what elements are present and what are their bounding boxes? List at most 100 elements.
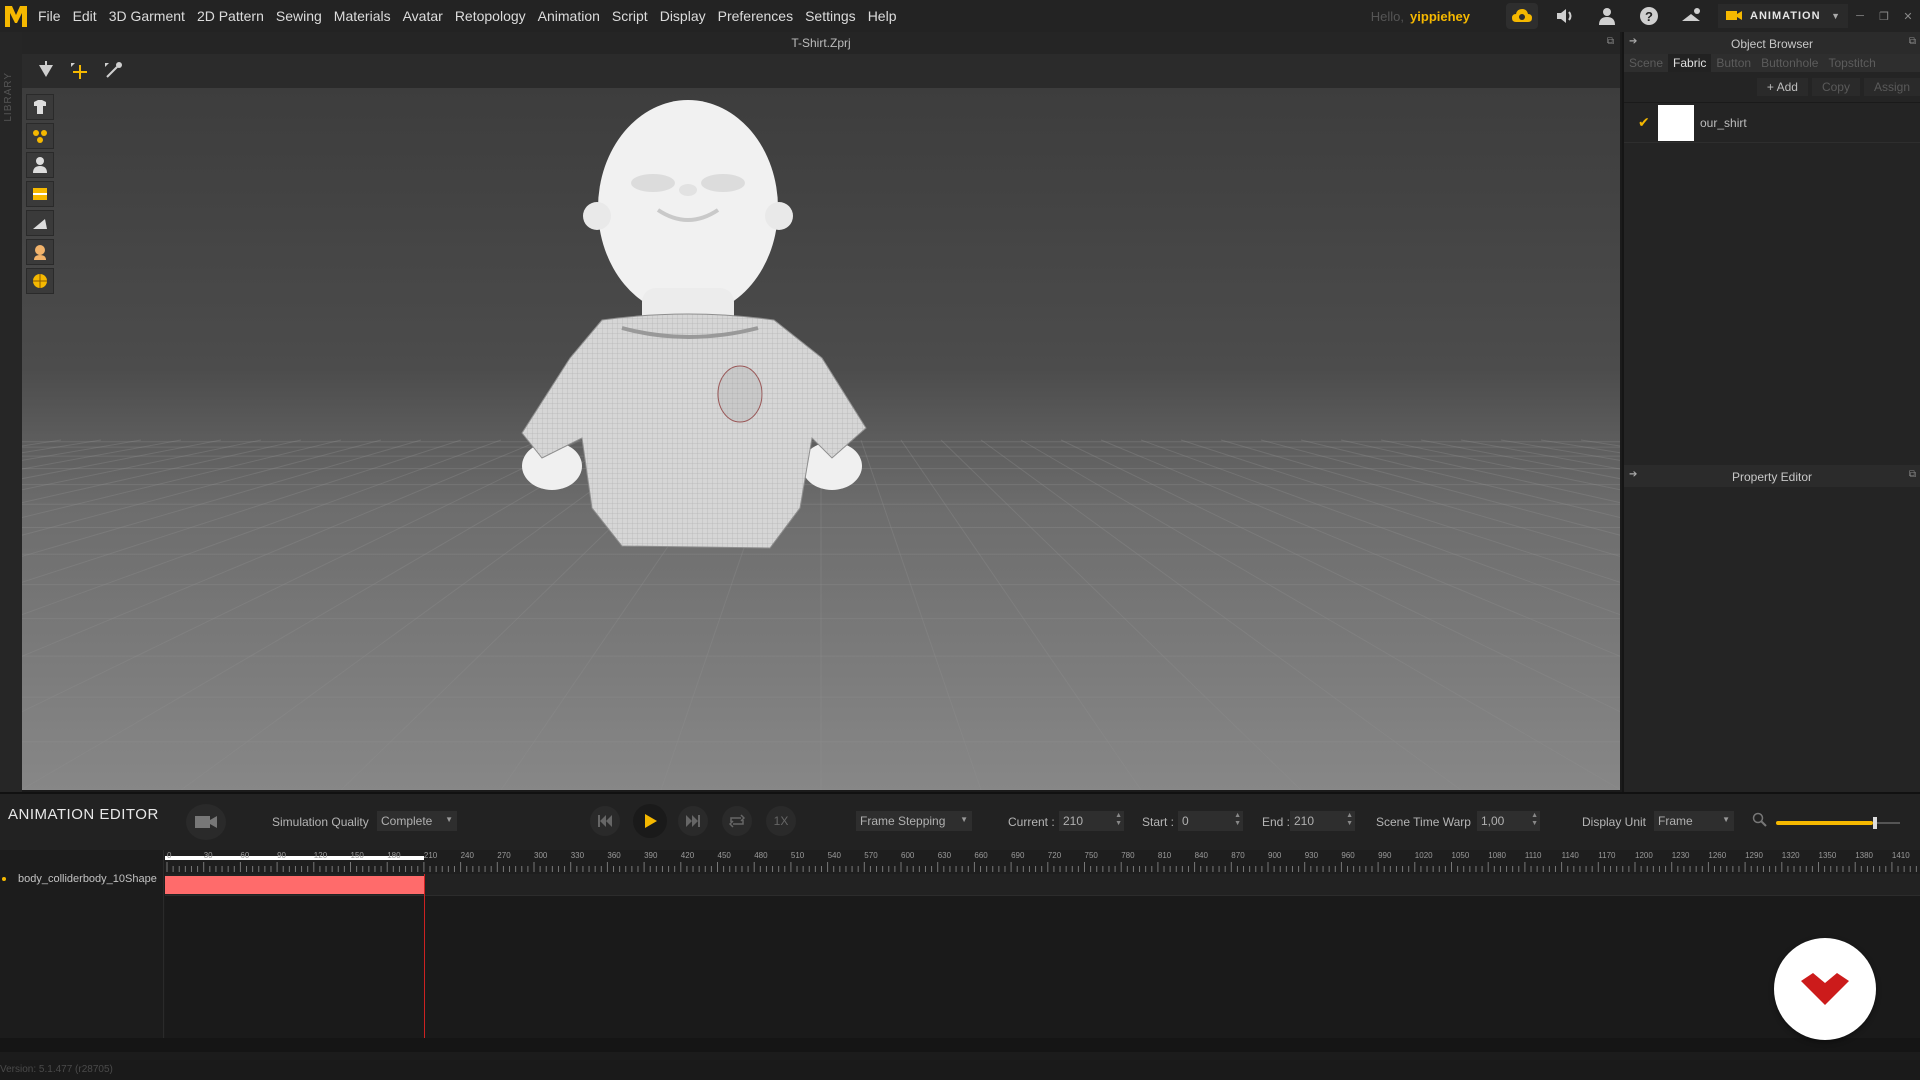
tab-button[interactable]: Button: [1711, 54, 1756, 72]
menu-animation[interactable]: Animation: [532, 0, 606, 32]
ruler-label: 1410: [1892, 851, 1910, 860]
spinner-icon[interactable]: ▲ ▼: [1234, 812, 1241, 828]
current-input[interactable]: 210 ▲ ▼: [1059, 811, 1124, 831]
display-unit-select[interactable]: Frame ▼: [1654, 811, 1734, 831]
close-button[interactable]: ✕: [1896, 0, 1920, 32]
time-warp-label: Scene Time Warp: [1376, 815, 1471, 829]
timeline-tracks[interactable]: [165, 874, 1920, 1038]
animation-editor-title: ANIMATION EDITOR: [8, 806, 159, 823]
tab-topstitch[interactable]: Topstitch: [1823, 54, 1880, 72]
ruler-label: 540: [828, 851, 842, 860]
time-warp-input[interactable]: 1,00 ▲ ▼: [1477, 811, 1540, 831]
viewport-title-bar: T-Shirt.Zprj ⧉: [22, 32, 1620, 54]
menu-2d-pattern[interactable]: 2D Pattern: [191, 0, 270, 32]
playhead[interactable]: [423, 874, 425, 1038]
help-icon[interactable]: ?: [1634, 3, 1664, 29]
ruler-label: 870: [1231, 851, 1245, 860]
loop-button[interactable]: [722, 806, 752, 836]
skip-back-button[interactable]: [590, 806, 620, 836]
expand-icon[interactable]: ⧉: [1909, 469, 1916, 480]
mode-select[interactable]: ANIMATION ▼: [1718, 4, 1848, 28]
ruler-label: 1200: [1635, 851, 1653, 860]
select-move-icon[interactable]: [30, 57, 62, 85]
hanger-icon[interactable]: [1676, 3, 1706, 29]
expand-icon[interactable]: ⧉: [1909, 36, 1916, 47]
check-icon[interactable]: ✔: [1638, 114, 1658, 131]
library-strip[interactable]: LIBRARY: [0, 32, 22, 792]
face-icon[interactable]: [26, 239, 54, 265]
username[interactable]: yippiehey: [1410, 9, 1470, 24]
ruler-label: 1080: [1488, 851, 1506, 860]
zoom-icon[interactable]: [1752, 812, 1768, 831]
minimize-button[interactable]: ─: [1848, 0, 1872, 32]
speed-button[interactable]: 1X: [766, 806, 796, 836]
end-input[interactable]: 210 ▲ ▼: [1290, 811, 1355, 831]
menu-script[interactable]: Script: [606, 0, 654, 32]
spinner-icon[interactable]: ▲ ▼: [1531, 812, 1538, 828]
menu-avatar[interactable]: Avatar: [397, 0, 449, 32]
spinner-icon[interactable]: ▲ ▼: [1115, 812, 1122, 828]
record-camera-button[interactable]: [186, 804, 226, 840]
assign-button[interactable]: Assign: [1863, 78, 1920, 96]
menu-display[interactable]: Display: [654, 0, 712, 32]
simulation-quality-select[interactable]: Complete ▼: [377, 811, 457, 831]
ruler-label: 1350: [1819, 851, 1837, 860]
fabric-name: our_shirt: [1700, 115, 1747, 130]
ruler-label: 480: [754, 851, 768, 860]
ruler-label: 570: [864, 851, 878, 860]
menu-3d-garment[interactable]: 3D Garment: [103, 0, 191, 32]
stepping-select[interactable]: Frame Stepping ▼: [856, 811, 972, 831]
object-browser-title: Object Browser: [1730, 37, 1814, 51]
skip-forward-button[interactable]: [678, 806, 708, 836]
cloud-sync-icon[interactable]: [1506, 3, 1538, 29]
add-button[interactable]: + Add: [1756, 78, 1808, 96]
list-item[interactable]: ✔ our_shirt: [1624, 103, 1920, 143]
user-icon[interactable]: [1592, 3, 1622, 29]
tab-fabric[interactable]: Fabric: [1668, 54, 1712, 72]
ruler-label: 510: [791, 851, 805, 860]
menu-edit[interactable]: Edit: [67, 0, 103, 32]
tab-scene[interactable]: Scene: [1624, 54, 1668, 72]
property-editor-header: ➔ Property Editor ⧉: [1624, 465, 1920, 487]
horizontal-scrollbar[interactable]: [0, 1038, 1920, 1052]
start-input[interactable]: 0 ▲ ▼: [1178, 811, 1243, 831]
transform-icon[interactable]: [64, 57, 96, 85]
timeline-ruler[interactable]: 0 30 60 90 120 150 180 210 240 270 300 330 360 390 420…: [165, 850, 1920, 874]
zoom-slider-track: [1876, 822, 1900, 824]
greeting-text: Hello,: [1370, 8, 1405, 24]
menu-retopology[interactable]: Retopology: [449, 0, 532, 32]
restore-button[interactable]: ❐: [1872, 0, 1896, 32]
spinner-icon[interactable]: ▲ ▼: [1346, 812, 1353, 828]
play-button[interactable]: [633, 804, 667, 838]
expand-icon[interactable]: ⧉: [1607, 36, 1614, 47]
tab-buttonhole[interactable]: Buttonhole: [1756, 54, 1823, 72]
copy-button[interactable]: Copy: [1811, 78, 1860, 96]
garment-fold-icon[interactable]: [26, 181, 54, 207]
menu-help[interactable]: Help: [862, 0, 903, 32]
zoom-slider-handle[interactable]: [1873, 817, 1877, 829]
globe-icon[interactable]: [26, 268, 54, 294]
menu-file[interactable]: File: [32, 0, 67, 32]
track-indicator: [2, 877, 6, 881]
track-clip[interactable]: [165, 876, 424, 894]
menu-preferences[interactable]: Preferences: [712, 0, 799, 32]
track-row[interactable]: body_colliderbody_10Shape: [0, 868, 163, 890]
3d-viewport[interactable]: [22, 88, 1620, 790]
hanger-icon[interactable]: [26, 210, 54, 236]
ruler-label: 390: [644, 851, 658, 860]
viewport-toolbar: [22, 54, 1620, 88]
loop-icon: [729, 814, 745, 828]
property-editor: ➔ Property Editor ⧉: [1624, 465, 1920, 487]
ruler-label: 270: [497, 851, 511, 860]
menu-materials[interactable]: Materials: [328, 0, 397, 32]
speaker-icon[interactable]: [1550, 3, 1580, 29]
project-title: T-Shirt.Zprj: [791, 36, 851, 50]
avatar-icon[interactable]: [26, 152, 54, 178]
zoom-slider[interactable]: [1776, 821, 1873, 825]
cluster-icon[interactable]: [26, 123, 54, 149]
menu-sewing[interactable]: Sewing: [270, 0, 328, 32]
menu-settings[interactable]: Settings: [799, 0, 862, 32]
pin-icon[interactable]: [98, 57, 130, 85]
garment-icon[interactable]: [26, 94, 54, 120]
fabric-swatch[interactable]: [1658, 104, 1694, 141]
